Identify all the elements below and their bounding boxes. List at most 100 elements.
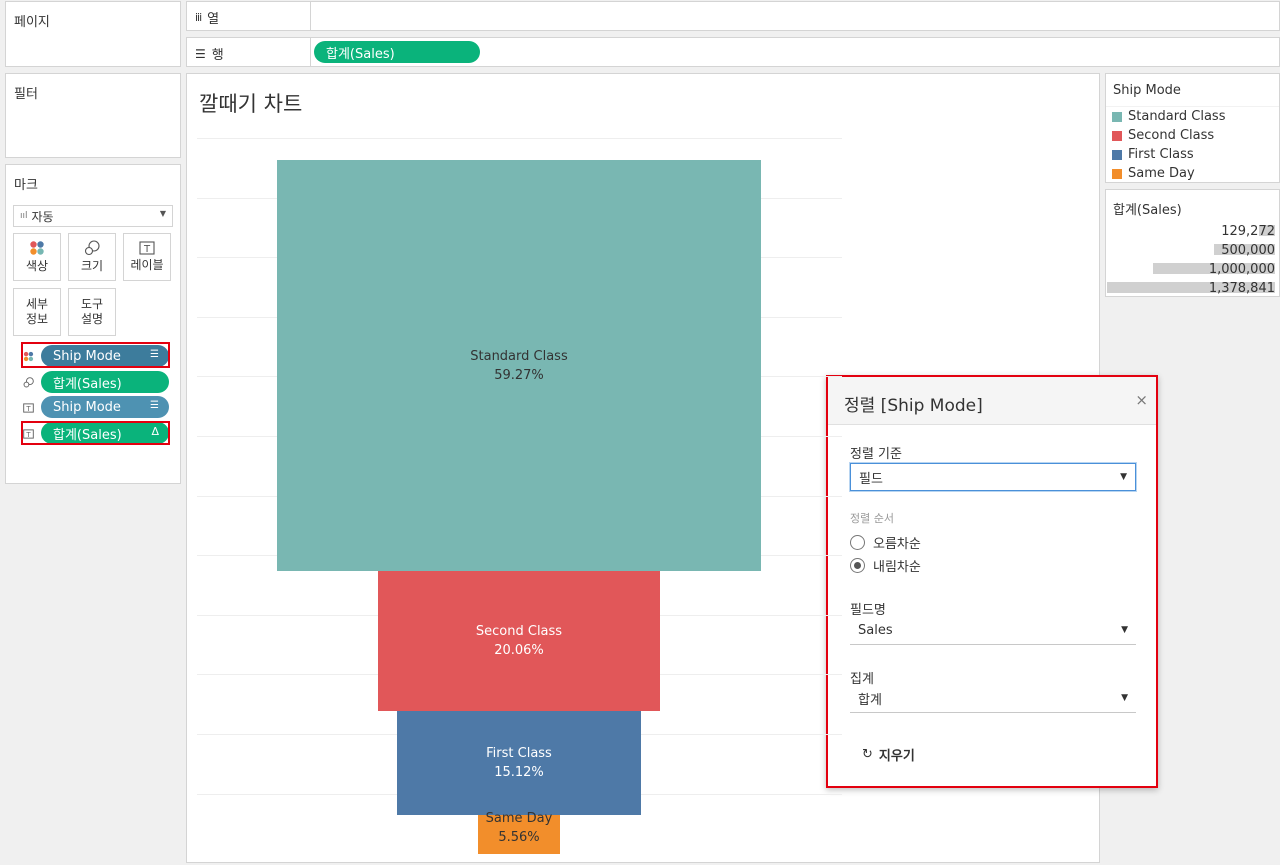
pages-card: 페이지: [5, 1, 181, 67]
aggregation-value: 합계: [858, 693, 882, 708]
reset-icon: ↻: [862, 747, 873, 762]
legend-label: Second Class: [1128, 128, 1215, 143]
ship-mode-label-pill-label: Ship Mode: [53, 399, 121, 415]
marks-title: 마크: [14, 178, 38, 193]
columns-label: 열: [207, 12, 220, 27]
size-legend-row: 500,000: [1107, 243, 1275, 258]
color-dots-icon: [30, 241, 44, 255]
field-name-label: 필드명: [850, 603, 886, 618]
sort-by-label: 정렬 기준: [850, 447, 902, 462]
clear-button-label: 지우기: [878, 749, 915, 764]
gridline: [197, 138, 842, 139]
size-legend-row: 129,272: [1107, 224, 1275, 239]
sort-descending-icon: ☰: [150, 400, 159, 411]
sort-by-select[interactable]: 필드 ▼: [850, 463, 1136, 491]
pages-title: 페이지: [14, 15, 50, 30]
size-legend-value: 500,000: [1221, 243, 1275, 258]
detail-button-label-1: 세부: [25, 297, 49, 311]
color-legend-title: Ship Mode: [1113, 83, 1181, 98]
bar-percent-label: 15.12%: [494, 764, 544, 780]
tooltip-button-label-2: 설명: [80, 312, 104, 326]
color-legend: Ship Mode Standard Class Second Class Fi…: [1105, 73, 1280, 183]
funnel-bar-first-class[interactable]: First Class 15.12%: [396, 710, 642, 816]
label-button[interactable]: T 레이블: [123, 233, 171, 281]
sort-order-label: 정렬 순서: [850, 512, 894, 525]
chevron-down-icon: ▼: [1120, 472, 1127, 482]
columns-shelf[interactable]: iii 열: [186, 1, 1280, 31]
tooltip-button[interactable]: 도구 설명: [68, 288, 116, 336]
legend-swatch: [1112, 149, 1122, 160]
legend-label: Standard Class: [1128, 109, 1226, 124]
clear-button[interactable]: ↻ 지우기: [862, 745, 915, 764]
mark-type-dropdown[interactable]: ııl 자동 ▼: [13, 205, 173, 227]
legend-label: Same Day: [1128, 166, 1195, 181]
text-label-icon: T: [139, 241, 155, 255]
size-field-icon: [21, 375, 35, 389]
radio-button-selected[interactable]: [850, 558, 865, 573]
size-legend-value: 129,272: [1221, 224, 1275, 239]
size-legend: 합계(Sales) 129,272 500,000 1,000,000 1,378,8…: [1105, 189, 1280, 297]
mark-type-label: 자동: [31, 209, 54, 224]
size-legend-value: 1,378,841: [1208, 281, 1275, 296]
chevron-down-icon: ▼: [1121, 625, 1128, 635]
ship-mode-label-pill[interactable]: Ship Mode ☰: [41, 396, 169, 418]
legend-swatch: [1112, 111, 1122, 122]
label-field-icon: T: [21, 401, 35, 415]
legend-label: First Class: [1128, 147, 1194, 162]
sales-size-pill[interactable]: 합계(Sales): [41, 371, 169, 393]
tooltip-button-label-1: 도구: [80, 297, 104, 311]
size-button-label: 크기: [80, 259, 104, 273]
filters-title: 필터: [14, 87, 38, 102]
chevron-down-icon: ▼: [159, 209, 166, 218]
size-button[interactable]: 크기: [68, 233, 116, 281]
funnel-bar-label: First Class 15.12%: [397, 744, 641, 782]
funnel-bar-standard-class[interactable]: Standard Class 59.27%: [277, 160, 761, 572]
highlight-ship-mode-color: [21, 342, 170, 368]
sort-dialog-header: 정렬 [Ship Mode] ×: [828, 377, 1156, 425]
chevron-down-icon: ▼: [1121, 693, 1128, 703]
legend-item-same-day[interactable]: Same Day: [1112, 166, 1195, 181]
sort-dialog-title: 정렬 [Ship Mode]: [844, 396, 983, 416]
close-icon[interactable]: ×: [1135, 391, 1148, 409]
bar-category-label: Standard Class: [470, 348, 568, 364]
funnel-bar-label: Second Class 20.06%: [378, 622, 660, 660]
bar-category-label: First Class: [486, 745, 552, 761]
svg-text:T: T: [143, 244, 151, 255]
ascending-label: 오름차순: [873, 537, 921, 552]
legend-item-second-class[interactable]: Second Class: [1112, 128, 1214, 143]
rows-icon: ☰: [195, 46, 206, 61]
descending-label: 내림차순: [873, 560, 921, 575]
color-button-label: 색상: [25, 259, 49, 273]
legend-item-standard-class[interactable]: Standard Class: [1112, 109, 1225, 124]
legend-item-first-class[interactable]: First Class: [1112, 147, 1194, 162]
size-legend-row: 1,378,841: [1107, 281, 1275, 296]
detail-button[interactable]: 세부 정보: [13, 288, 61, 336]
radio-ascending[interactable]: 오름차순: [850, 533, 921, 552]
radio-descending[interactable]: 내림차순: [850, 556, 921, 575]
sort-dialog: 정렬 [Ship Mode] × 정렬 기준 필드 ▼ 정렬 순서 오름차순 내…: [826, 375, 1158, 788]
sales-size-pill-label: 합계(Sales): [53, 376, 122, 392]
sort-by-value: 필드: [859, 471, 883, 487]
highlight-sales-label: [21, 421, 170, 445]
field-name-value: Sales: [858, 623, 893, 638]
rows-shelf[interactable]: ☰ 행 합계(Sales): [186, 37, 1280, 67]
size-icon: [84, 240, 100, 256]
field-name-select[interactable]: Sales ▼: [850, 617, 1136, 645]
aggregation-select[interactable]: 합계 ▼: [850, 685, 1136, 713]
funnel-bar-label: Standard Class 59.27%: [277, 347, 761, 385]
bar-category-label: Same Day: [485, 811, 553, 827]
rows-label: 행: [211, 48, 224, 63]
bar-percent-label: 20.06%: [494, 642, 544, 658]
radio-button[interactable]: [850, 535, 865, 550]
size-legend-value: 1,000,000: [1208, 262, 1275, 277]
view-title: 깔때기 차트: [199, 92, 303, 116]
funnel-bar-second-class[interactable]: Second Class 20.06%: [378, 571, 660, 711]
bar-percent-label: 59.27%: [494, 367, 544, 383]
rows-sales-pill[interactable]: 합계(Sales): [314, 41, 480, 63]
filters-card[interactable]: 필터: [5, 73, 181, 158]
svg-text:T: T: [25, 405, 31, 413]
size-legend-title: 합계(Sales): [1113, 203, 1182, 218]
label-button-label: 레이블: [130, 258, 164, 272]
color-button[interactable]: 색상: [13, 233, 61, 281]
columns-icon: iii: [195, 11, 202, 24]
